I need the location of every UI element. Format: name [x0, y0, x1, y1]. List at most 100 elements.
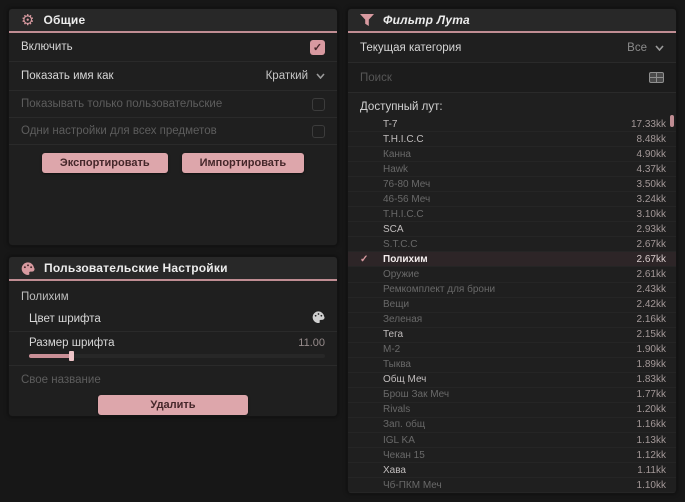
only-custom-checkbox[interactable] [312, 97, 325, 111]
loot-row[interactable]: Ремкомплект для брони 2.43kk [348, 283, 676, 298]
loot-row[interactable]: Чекан 15 1.12kk [348, 448, 676, 464]
loot-row[interactable]: ✓ Полихим 2.67kk [348, 252, 676, 268]
chevron-down-icon [316, 73, 325, 79]
same-settings-label: Одни настройки для всех предметов [21, 125, 217, 137]
loot-item-name: Чб-ПКМ Меч [383, 479, 442, 491]
loot-item-name: 76-80 Меч [383, 178, 431, 190]
loot-filter-title: Фильтр Лута [383, 13, 470, 27]
font-color-label: Цвет шрифта [29, 313, 101, 325]
loot-item-name: 46-56 Меч [383, 193, 431, 205]
color-palette-icon[interactable] [312, 310, 325, 328]
font-size-label: Размер шрифта [29, 337, 115, 349]
enable-row: Включить ✓ [9, 33, 337, 62]
display-name-value: Краткий [265, 70, 308, 82]
loot-row[interactable]: Тега 2.15kk [348, 328, 676, 343]
loot-row[interactable]: 46-56 Меч 3.24kk [348, 192, 676, 208]
loot-item-value: 1.16kk [636, 419, 666, 431]
scrollbar-thumb[interactable] [670, 115, 674, 127]
slider-thumb[interactable] [69, 351, 74, 361]
loot-row[interactable]: S.T.C.C 2.67kk [348, 237, 676, 253]
custom-settings-panel: Пользовательские Настройки Полихим Цвет … [8, 256, 338, 417]
search-row [348, 63, 676, 93]
search-input[interactable] [360, 71, 649, 84]
loot-item-value: 1.13kk [636, 434, 666, 446]
loot-row[interactable]: Тыква 1.89kk [348, 358, 676, 373]
loot-item-name: IGL KA [383, 434, 415, 446]
slider-fill [29, 354, 71, 358]
font-size-slider[interactable] [29, 351, 325, 361]
loot-item-value: 4.37kk [636, 163, 666, 175]
loot-item-name: Ремкомплект для брони [383, 284, 496, 296]
custom-settings-title: Пользовательские Настройки [44, 261, 228, 275]
loot-row[interactable]: Чб-ПКМ Меч 1.10kk [348, 478, 676, 493]
loot-item-name: T.H.I.C.C [383, 133, 424, 145]
loot-item-value: 2.67kk [636, 238, 666, 250]
loot-item-value: 2.93kk [636, 223, 666, 235]
loot-row[interactable]: T.H.I.C.C 3.10kk [348, 207, 676, 223]
available-loot-label-row: Доступный лут: [348, 93, 676, 117]
delete-button[interactable]: Удалить [98, 395, 248, 415]
font-color-row[interactable]: Цвет шрифта [9, 307, 337, 332]
display-name-label: Показать имя как [21, 70, 114, 82]
only-custom-label: Показывать только пользовательские [21, 98, 223, 110]
gear-icon: ⚙ [21, 11, 35, 29]
loot-filter-header: Фильтр Лута [348, 9, 676, 33]
loot-item-value: 3.50kk [636, 178, 666, 190]
loot-item-name: Тыква [383, 359, 411, 371]
loot-row[interactable]: Вещи 2.42kk [348, 298, 676, 313]
loot-item-name: T-7 [383, 118, 398, 130]
loot-item-name: Оружие [383, 268, 420, 280]
loot-item-name: Хава [383, 464, 406, 476]
loot-row[interactable]: Зеленая 2.16kk [348, 313, 676, 328]
custom-name-input[interactable] [21, 367, 325, 393]
available-loot-label: Доступный лут: [360, 101, 443, 113]
custom-name-row [9, 366, 337, 394]
loot-item-name: Тега [383, 329, 404, 341]
export-button[interactable]: Экспортировать [41, 153, 168, 173]
loot-row[interactable]: Rivals 1.20kk [348, 403, 676, 418]
loot-item-value: 3.10kk [636, 208, 666, 220]
enable-checkbox[interactable]: ✓ [310, 39, 325, 55]
loot-row[interactable]: Зап. общ 1.16kk [348, 418, 676, 433]
mod-settings-page: ⚙ Общие Включить ✓ Показать имя как Крат… [0, 0, 685, 502]
same-settings-row: Одни настройки для всех предметов [9, 118, 337, 145]
loot-row[interactable]: 76-80 Меч 3.50kk [348, 177, 676, 193]
loot-item-value: 2.61kk [636, 268, 666, 280]
loot-item-value: 2.42kk [636, 299, 666, 311]
loot-row[interactable]: Общ Меч 1.83kk [348, 373, 676, 388]
loot-row[interactable]: T.H.I.C.C 8.48kk [348, 132, 676, 148]
import-button[interactable]: Импортировать [181, 153, 305, 173]
general-panel-title: Общие [43, 13, 86, 27]
loot-item-value: 1.12kk [636, 449, 666, 461]
general-panel-header: ⚙ Общие [9, 9, 337, 33]
loot-item-value: 1.11kk [637, 464, 666, 476]
loot-row[interactable]: T-7 17.33kk [348, 117, 676, 133]
category-dropdown[interactable]: Все [627, 42, 664, 54]
loot-item-name: Rivals [383, 404, 411, 416]
same-settings-checkbox[interactable] [312, 124, 325, 138]
loot-row[interactable]: Хава 1.11kk [348, 463, 676, 479]
loot-item-value: 1.77kk [636, 389, 666, 401]
loot-item-name: Канна [383, 148, 411, 160]
loot-item-name: Полихим [383, 253, 428, 265]
category-label: Текущая категория [360, 41, 462, 54]
export-import-row: Экспортировать Импортировать [9, 145, 337, 182]
loot-item-value: 2.15kk [636, 329, 666, 341]
loot-row[interactable]: Оружие 2.61kk [348, 267, 676, 283]
loot-item-value: 2.43kk [636, 284, 666, 296]
loot-row[interactable]: SCA 2.93kk [348, 222, 676, 238]
loot-item-value: 1.89kk [636, 359, 666, 371]
loot-row[interactable]: Канна 4.90kk [348, 147, 676, 163]
loot-row[interactable]: Hawk 4.37kk [348, 162, 676, 178]
font-size-value: 11.00 [298, 337, 325, 349]
funnel-icon [360, 14, 374, 26]
table-view-icon[interactable] [649, 72, 664, 83]
loot-item-value: 8.48kk [636, 133, 666, 145]
loot-row[interactable]: Брош Зак Меч 1.77kk [348, 388, 676, 403]
loot-item-value: 1.10kk [636, 479, 666, 491]
loot-row[interactable]: М-2 1.90kk [348, 343, 676, 358]
loot-item-name: Hawk [383, 163, 409, 175]
display-name-dropdown[interactable]: Краткий [266, 70, 325, 82]
loot-row[interactable]: IGL KA 1.13kk [348, 433, 676, 449]
loot-filter-panel: Фильтр Лута Текущая категория Все Доступ… [347, 8, 677, 494]
